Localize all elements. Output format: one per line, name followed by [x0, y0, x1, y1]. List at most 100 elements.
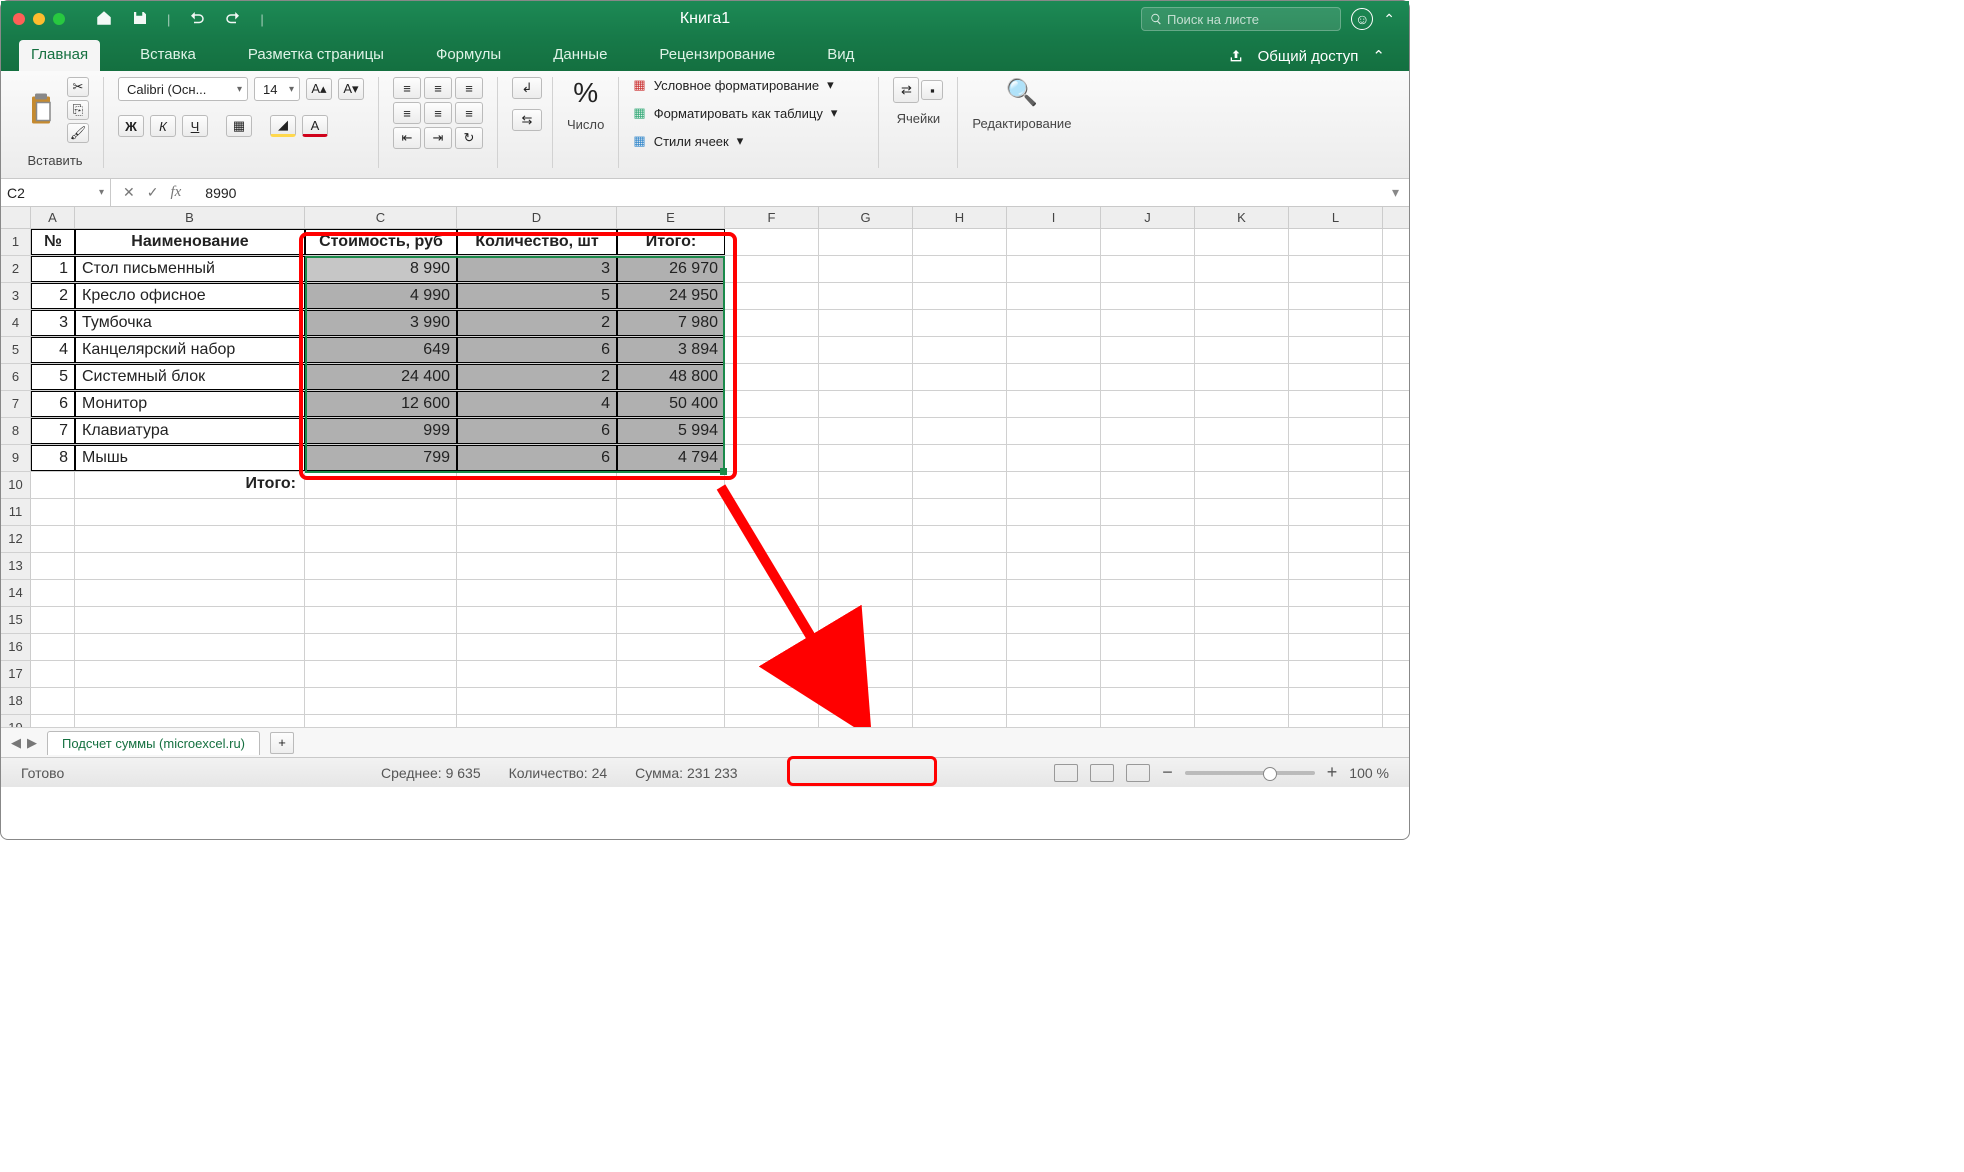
row-header[interactable]: 8	[1, 418, 31, 444]
align-left-icon[interactable]: ≡	[393, 102, 421, 124]
cell[interactable]	[913, 337, 1007, 363]
cell[interactable]	[1101, 553, 1195, 579]
cell[interactable]	[617, 499, 725, 525]
cell[interactable]	[819, 283, 913, 309]
cell[interactable]	[819, 364, 913, 390]
cell[interactable]	[1101, 418, 1195, 444]
cell[interactable]	[1289, 364, 1383, 390]
cell[interactable]	[819, 715, 913, 727]
format-painter-icon[interactable]: 🖌	[67, 123, 89, 143]
cell[interactable]	[913, 283, 1007, 309]
redo-icon[interactable]	[224, 9, 242, 30]
cell[interactable]: Стоимость, руб	[305, 229, 457, 255]
col-header[interactable]: I	[1007, 207, 1101, 228]
row-header[interactable]: 7	[1, 391, 31, 417]
cell[interactable]: Канцелярский набор	[75, 337, 305, 363]
cell[interactable]	[1289, 472, 1383, 498]
name-box[interactable]: C2 ▾	[1, 179, 111, 206]
cell[interactable]	[1101, 283, 1195, 309]
col-header[interactable]: B	[75, 207, 305, 228]
cell[interactable]	[457, 580, 617, 606]
italic-button[interactable]: К	[150, 115, 176, 137]
cell[interactable]	[819, 472, 913, 498]
cell[interactable]	[1289, 310, 1383, 336]
cell[interactable]	[31, 526, 75, 552]
cell[interactable]: 2	[31, 283, 75, 309]
font-size-select[interactable]: 14	[254, 77, 300, 101]
cell[interactable]: 5	[457, 283, 617, 309]
cell[interactable]	[1289, 634, 1383, 660]
col-header[interactable]: F	[725, 207, 819, 228]
cell[interactable]: 3	[457, 256, 617, 282]
cell[interactable]	[617, 661, 725, 687]
cell[interactable]	[725, 391, 819, 417]
row-header[interactable]: 5	[1, 337, 31, 363]
cell[interactable]	[1101, 337, 1195, 363]
cell[interactable]	[31, 634, 75, 660]
row-header[interactable]: 19	[1, 715, 31, 727]
cell[interactable]	[1007, 688, 1101, 714]
cell[interactable]	[305, 472, 457, 498]
cell[interactable]	[457, 688, 617, 714]
cell[interactable]	[1195, 634, 1289, 660]
cell[interactable]: 799	[305, 445, 457, 471]
col-header[interactable]: D	[457, 207, 617, 228]
cell[interactable]	[1007, 580, 1101, 606]
cell[interactable]: Итого:	[75, 472, 305, 498]
row-header[interactable]: 13	[1, 553, 31, 579]
cell[interactable]	[617, 553, 725, 579]
cell[interactable]	[457, 715, 617, 727]
zoom-in-button[interactable]: +	[1327, 762, 1338, 783]
cell[interactable]	[1101, 634, 1195, 660]
bold-button[interactable]: Ж	[118, 115, 144, 137]
cell[interactable]: Количество, шт	[457, 229, 617, 255]
cell[interactable]: 6	[31, 391, 75, 417]
cell[interactable]: 2	[457, 310, 617, 336]
cell[interactable]	[819, 526, 913, 552]
cell[interactable]	[75, 715, 305, 727]
cell[interactable]	[1195, 472, 1289, 498]
cell[interactable]: 7 980	[617, 310, 725, 336]
cell[interactable]	[31, 472, 75, 498]
cell[interactable]	[819, 580, 913, 606]
cell[interactable]	[1195, 499, 1289, 525]
cell[interactable]: 12 600	[305, 391, 457, 417]
sheet-prev-icon[interactable]: ◀	[11, 735, 21, 751]
increase-font-icon[interactable]: A▴	[306, 78, 332, 100]
cell[interactable]	[1195, 526, 1289, 552]
chevron-up-icon[interactable]: ⌃	[1383, 11, 1395, 28]
find-icon[interactable]: 🔍	[1006, 77, 1038, 108]
tab-formulas[interactable]: Формулы	[424, 40, 513, 71]
select-all-corner[interactable]	[1, 207, 31, 228]
feedback-icon[interactable]: ☺	[1351, 8, 1373, 30]
cell[interactable]	[305, 661, 457, 687]
wrap-text-icon[interactable]: ↲	[512, 77, 542, 99]
accept-formula-icon[interactable]: ✓	[147, 184, 159, 201]
cell[interactable]	[913, 472, 1007, 498]
cell[interactable]	[913, 364, 1007, 390]
cell[interactable]: 6	[457, 445, 617, 471]
row-header[interactable]: 2	[1, 256, 31, 282]
cell[interactable]	[1289, 607, 1383, 633]
cell[interactable]	[305, 634, 457, 660]
cell[interactable]: Наименование	[75, 229, 305, 255]
cell[interactable]	[913, 553, 1007, 579]
cell[interactable]	[617, 526, 725, 552]
cell[interactable]	[457, 607, 617, 633]
cell[interactable]	[819, 391, 913, 417]
cell[interactable]	[819, 661, 913, 687]
cell[interactable]	[1195, 715, 1289, 727]
cell[interactable]	[725, 499, 819, 525]
col-header[interactable]: K	[1195, 207, 1289, 228]
cell[interactable]	[725, 580, 819, 606]
cell[interactable]	[75, 553, 305, 579]
add-sheet-button[interactable]: +	[270, 732, 294, 754]
cell[interactable]	[1101, 661, 1195, 687]
close-window-button[interactable]	[13, 13, 25, 25]
cell[interactable]	[725, 283, 819, 309]
cell[interactable]	[1007, 364, 1101, 390]
cell[interactable]	[305, 688, 457, 714]
cell[interactable]	[913, 634, 1007, 660]
collapse-ribbon-icon[interactable]: ⌃	[1372, 47, 1385, 65]
search-box[interactable]	[1141, 7, 1341, 31]
